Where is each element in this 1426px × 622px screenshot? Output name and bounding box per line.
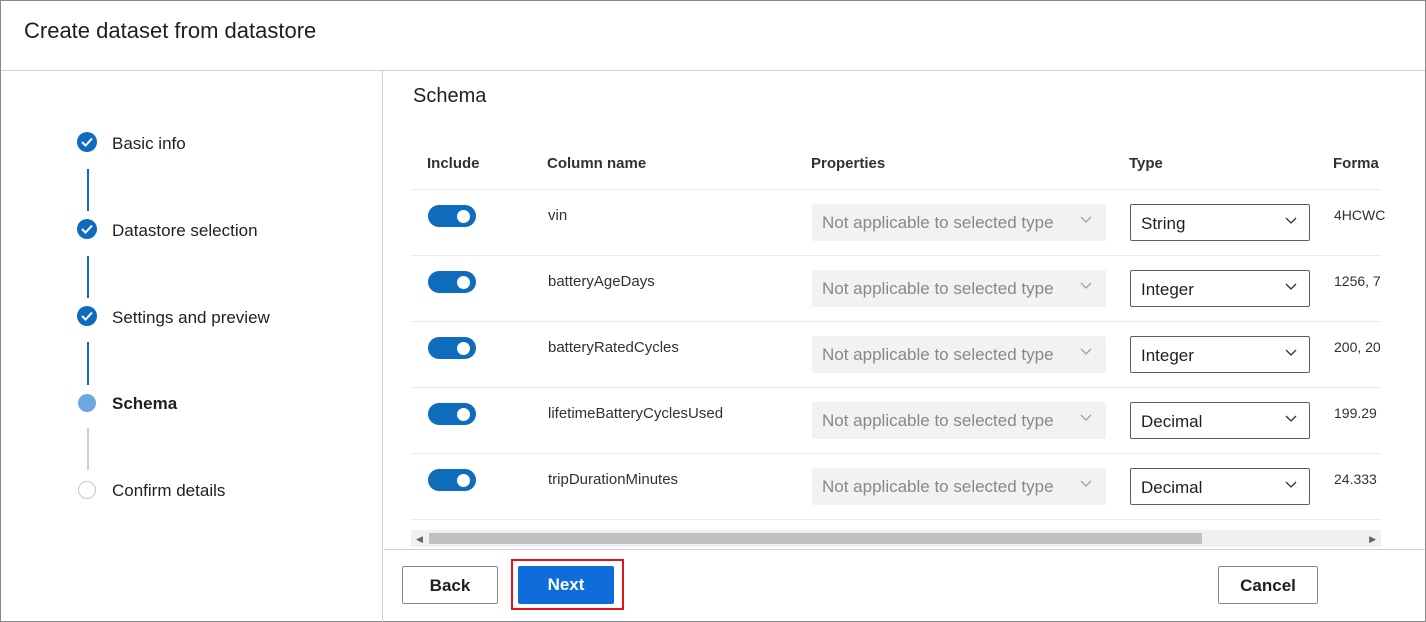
- scroll-left-icon[interactable]: ◀: [416, 534, 423, 545]
- column-name: lifetimeBatteryCyclesUsed: [548, 405, 724, 422]
- next-button[interactable]: Next: [518, 566, 614, 604]
- properties-dropdown: Not applicable to selected type: [812, 336, 1106, 373]
- column-header-include: Include: [427, 155, 480, 172]
- horizontal-scrollbar[interactable]: ◀ ▶: [411, 530, 1381, 547]
- format-value: 4HCWC: [1334, 207, 1386, 223]
- cancel-button[interactable]: Cancel: [1218, 566, 1318, 604]
- schema-panel: Schema Include Column name Properties Ty…: [384, 71, 1425, 549]
- checkmark-icon: [77, 219, 97, 239]
- pending-step-icon: [78, 481, 96, 499]
- type-dropdown[interactable]: Integer: [1130, 270, 1310, 307]
- chevron-down-icon: [1080, 348, 1092, 355]
- step-label: Basic info: [112, 134, 186, 153]
- table-row: vin Not applicable to selected type Stri…: [411, 190, 1385, 256]
- step-label: Datastore selection: [112, 221, 258, 240]
- table-row: batteryAgeDays Not applicable to selecte…: [411, 256, 1381, 322]
- format-value: 200, 20: [1334, 339, 1381, 355]
- include-toggle[interactable]: [428, 271, 476, 293]
- dialog: Create dataset from datastore Basic info…: [0, 0, 1426, 622]
- include-toggle[interactable]: [428, 469, 476, 491]
- column-header-type: Type: [1129, 155, 1163, 172]
- type-dropdown[interactable]: Decimal: [1130, 468, 1310, 505]
- step-connector: [87, 256, 89, 298]
- properties-dropdown: Not applicable to selected type: [812, 402, 1106, 439]
- step-label: Schema: [112, 394, 178, 413]
- column-header-column-name: Column name: [547, 155, 647, 172]
- chevron-down-icon: [1285, 349, 1297, 356]
- wizard-stepper: Basic info Datastore selection Settings …: [1, 71, 383, 622]
- properties-dropdown: Not applicable to selected type: [812, 270, 1106, 307]
- back-button[interactable]: Back: [402, 566, 498, 604]
- step-connector: [87, 428, 89, 470]
- chevron-down-icon: [1285, 481, 1297, 488]
- current-step-icon: [78, 394, 96, 412]
- chevron-down-icon: [1080, 282, 1092, 289]
- scrollbar-thumb[interactable]: [429, 533, 1202, 544]
- format-value: 1256, 7: [1334, 273, 1381, 289]
- step-connector: [87, 169, 89, 211]
- table-row: lifetimeBatteryCyclesUsed Not applicable…: [411, 388, 1381, 454]
- type-dropdown[interactable]: Decimal: [1130, 402, 1310, 439]
- scroll-right-icon[interactable]: ▶: [1369, 534, 1376, 545]
- checkmark-icon: [77, 132, 97, 152]
- include-toggle[interactable]: [428, 337, 476, 359]
- properties-dropdown: Not applicable to selected type: [812, 204, 1106, 241]
- dialog-header: Create dataset from datastore: [1, 1, 1425, 71]
- column-name: vin: [548, 207, 568, 224]
- step-label: Settings and preview: [112, 308, 270, 327]
- type-dropdown[interactable]: String: [1130, 204, 1310, 241]
- format-value: 24.333: [1334, 471, 1377, 487]
- checkmark-icon: [77, 306, 97, 326]
- step-label: Confirm details: [112, 481, 226, 500]
- column-header-properties: Properties: [811, 155, 886, 172]
- include-toggle[interactable]: [428, 403, 476, 425]
- chevron-down-icon: [1285, 415, 1297, 422]
- column-name: batteryRatedCycles: [548, 339, 679, 356]
- column-header-format: Forma: [1333, 155, 1379, 172]
- chevron-down-icon: [1080, 480, 1092, 487]
- type-dropdown[interactable]: Integer: [1130, 336, 1310, 373]
- dialog-footer: Back Next Cancel: [384, 549, 1425, 621]
- chevron-down-icon: [1285, 217, 1297, 224]
- table-row: tripDurationMinutes Not applicable to se…: [411, 454, 1381, 520]
- section-title: Schema: [413, 85, 487, 107]
- column-name: tripDurationMinutes: [548, 471, 679, 488]
- column-name: batteryAgeDays: [548, 273, 655, 290]
- chevron-down-icon: [1080, 216, 1092, 223]
- dialog-title: Create dataset from datastore: [24, 18, 317, 43]
- step-connector: [87, 342, 89, 385]
- chevron-down-icon: [1285, 283, 1297, 290]
- include-toggle[interactable]: [428, 205, 476, 227]
- format-value: 199.29: [1334, 405, 1377, 421]
- chevron-down-icon: [1080, 414, 1092, 421]
- table-row: batteryRatedCycles Not applicable to sel…: [411, 322, 1381, 388]
- properties-dropdown: Not applicable to selected type: [812, 468, 1106, 505]
